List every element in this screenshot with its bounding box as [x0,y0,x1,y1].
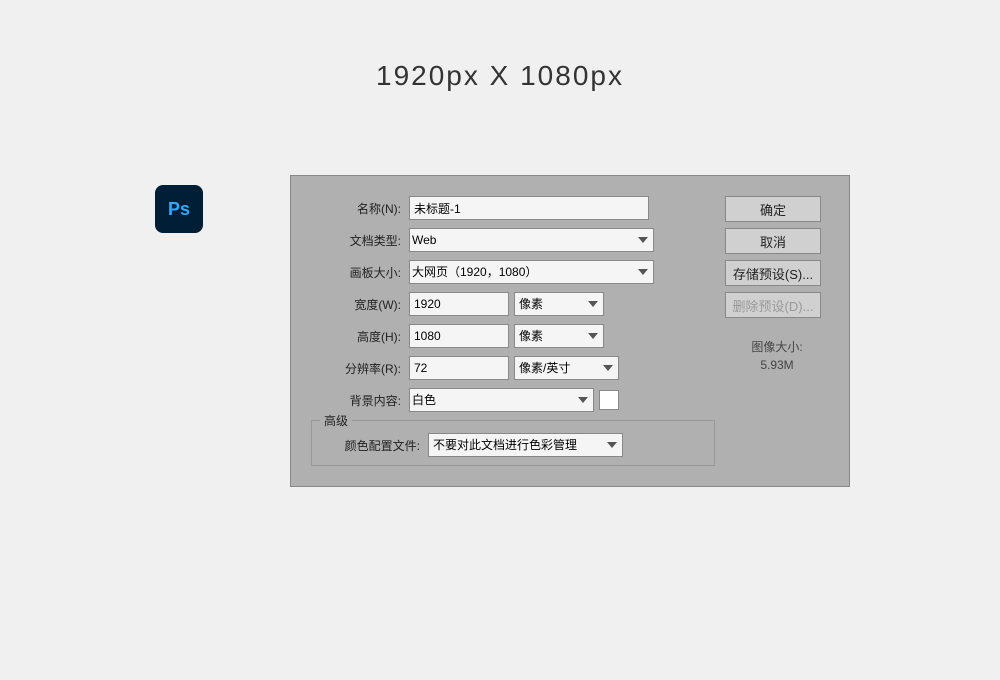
resolution-input[interactable] [409,356,509,380]
canvas-size-row: 画板大小: 大网页（1920，1080） [311,260,715,284]
canvas-label: 画板大小: [311,264,401,281]
image-size-value: 5.93M [725,356,829,374]
cancel-button[interactable]: 取消 [725,228,821,254]
doc-type-row: 文档类型: Web [311,228,715,252]
color-profile-label: 颜色配置文件: [320,437,420,454]
width-row: 宽度(W): 像素 [311,292,715,316]
resolution-row: 分辨率(R): 像素/英寸 [311,356,715,380]
color-profile-select[interactable]: 不要对此文档进行色彩管理 [428,433,623,457]
width-input[interactable] [409,292,509,316]
width-unit-select[interactable]: 像素 [514,292,604,316]
image-size-label: 图像大小: [725,338,829,356]
bg-select[interactable]: 白色 [409,388,594,412]
page-title: 1920px X 1080px [0,0,1000,92]
image-size-info: 图像大小: 5.93M [725,338,829,374]
height-row: 高度(H): 像素 [311,324,715,348]
delete-preset-button[interactable]: 删除预设(D)... [725,292,821,318]
save-preset-button[interactable]: 存储预设(S)... [725,260,821,286]
new-document-dialog: 名称(N): 文档类型: Web 画板大小: 大网页（1920，1080） 宽度… [290,175,850,487]
height-input[interactable] [409,324,509,348]
resolution-label: 分辨率(R): [311,360,401,377]
bg-label: 背景内容: [311,392,401,409]
height-label: 高度(H): [311,328,401,345]
ps-logo-text: Ps [168,200,190,218]
photoshop-icon: Ps [155,185,203,233]
bg-row: 背景内容: 白色 [311,388,715,412]
color-profile-row: 颜色配置文件: 不要对此文档进行色彩管理 [320,433,706,457]
bg-color-swatch[interactable] [599,390,619,410]
dialog-buttons: 确定 取消 存储预设(S)... 删除预设(D)... [725,196,829,318]
dialog-form: 名称(N): 文档类型: Web 画板大小: 大网页（1920，1080） 宽度… [311,196,715,466]
height-unit-select[interactable]: 像素 [514,324,604,348]
resolution-unit-select[interactable]: 像素/英寸 [514,356,619,380]
canvas-size-select[interactable]: 大网页（1920，1080） [409,260,654,284]
name-input[interactable] [409,196,649,220]
name-row: 名称(N): [311,196,715,220]
width-label: 宽度(W): [311,296,401,313]
doc-type-label: 文档类型: [311,232,401,249]
right-side: 确定 取消 存储预设(S)... 删除预设(D)... 图像大小: 5.93M [725,196,829,466]
name-label: 名称(N): [311,200,401,217]
advanced-legend: 高级 [320,412,352,429]
ok-button[interactable]: 确定 [725,196,821,222]
doc-type-select[interactable]: Web [409,228,654,252]
advanced-section: 高级 颜色配置文件: 不要对此文档进行色彩管理 [311,420,715,466]
